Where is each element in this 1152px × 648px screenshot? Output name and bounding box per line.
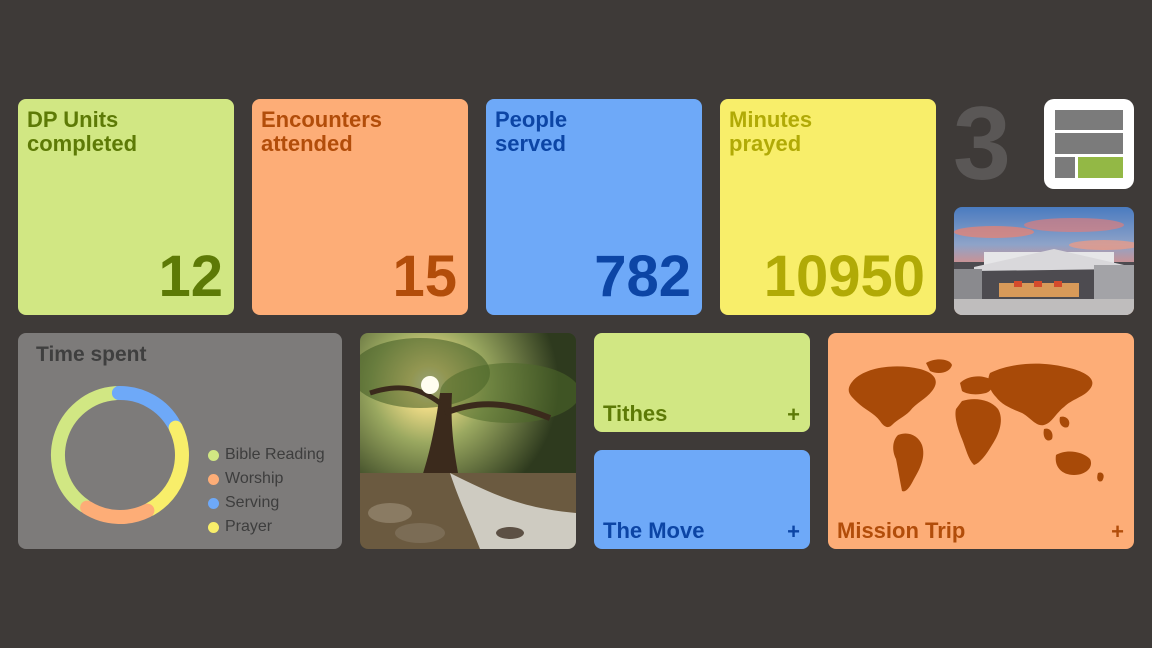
church-building-photo[interactable] bbox=[954, 207, 1134, 315]
tithes-label: Tithes bbox=[603, 401, 668, 426]
legend-dot bbox=[208, 497, 219, 509]
mission-trip-button[interactable]: Mission Trip + bbox=[828, 333, 1134, 549]
stat-title-line2: completed bbox=[27, 131, 138, 156]
stat-title-line2: attended bbox=[261, 131, 353, 156]
legend-item-serving: Serving bbox=[208, 491, 325, 515]
stat-value: 15 bbox=[392, 244, 457, 309]
legend-item-prayer: Prayer bbox=[208, 515, 325, 539]
legend-dot bbox=[208, 473, 219, 485]
legend-label: Prayer bbox=[225, 518, 273, 535]
legend-label: Bible Reading bbox=[225, 446, 325, 463]
plus-icon[interactable]: + bbox=[787, 403, 800, 427]
stat-tile-dp-units[interactable]: DP Units completed 12 bbox=[18, 99, 234, 315]
layout-block bbox=[1055, 110, 1123, 130]
plus-icon[interactable]: + bbox=[1111, 520, 1124, 544]
mission-trip-label: Mission Trip bbox=[837, 518, 966, 543]
the-move-button[interactable]: The Move + bbox=[594, 450, 810, 549]
plus-icon[interactable]: + bbox=[787, 520, 800, 544]
layout-grid-icon[interactable] bbox=[1044, 99, 1134, 189]
layout-block-highlight bbox=[1078, 157, 1123, 178]
tree-river-image bbox=[360, 333, 576, 549]
stat-title: DP Units completed bbox=[27, 108, 207, 156]
stat-title-line1: People bbox=[495, 107, 568, 132]
stat-tile-people-served[interactable]: People served 782 bbox=[486, 99, 702, 315]
stat-value: 12 bbox=[158, 244, 223, 309]
stat-title-line1: DP Units bbox=[27, 107, 119, 132]
layout-block bbox=[1055, 133, 1123, 154]
time-spent-donut-chart bbox=[51, 386, 189, 524]
stat-value: 10950 bbox=[763, 244, 925, 309]
stat-title-line1: Minutes bbox=[729, 107, 813, 132]
time-spent-panel[interactable]: Time spent Bible Reading Worship Serving… bbox=[18, 333, 342, 549]
stat-value: 782 bbox=[594, 244, 691, 309]
world-map-icon bbox=[848, 359, 1104, 492]
layout-block bbox=[1055, 157, 1075, 178]
church-building-image bbox=[954, 207, 1134, 315]
donut-segment-serving bbox=[111, 386, 182, 432]
time-spent-legend: Bible Reading Worship Serving Prayer bbox=[208, 443, 325, 539]
donut-segment-worship bbox=[80, 500, 155, 524]
legend-item-bible-reading: Bible Reading bbox=[208, 443, 325, 467]
legend-label: Serving bbox=[225, 494, 280, 511]
stat-title-line2: served bbox=[495, 131, 566, 156]
the-move-label: The Move bbox=[603, 518, 705, 543]
legend-dot bbox=[208, 449, 219, 461]
nature-photo[interactable] bbox=[360, 333, 576, 549]
big-number: 3 bbox=[953, 86, 1011, 202]
stat-tile-minutes-prayed[interactable]: Minutes prayed 10950 bbox=[720, 99, 936, 315]
donut-segment-bible-reading bbox=[51, 386, 123, 513]
time-spent-title: Time spent bbox=[36, 343, 147, 366]
stat-tile-encounters[interactable]: Encounters attended 15 bbox=[252, 99, 468, 315]
stat-title: Minutes prayed bbox=[729, 108, 909, 156]
legend-dot bbox=[208, 521, 219, 533]
legend-label: Worship bbox=[225, 470, 284, 487]
tithes-button[interactable]: Tithes + bbox=[594, 333, 810, 432]
donut-segment-prayer bbox=[143, 420, 189, 517]
stat-title-line1: Encounters bbox=[261, 107, 383, 132]
stat-title: People served bbox=[495, 108, 675, 156]
stat-title-line2: prayed bbox=[729, 131, 802, 156]
legend-item-worship: Worship bbox=[208, 467, 325, 491]
stat-title: Encounters attended bbox=[261, 108, 441, 156]
